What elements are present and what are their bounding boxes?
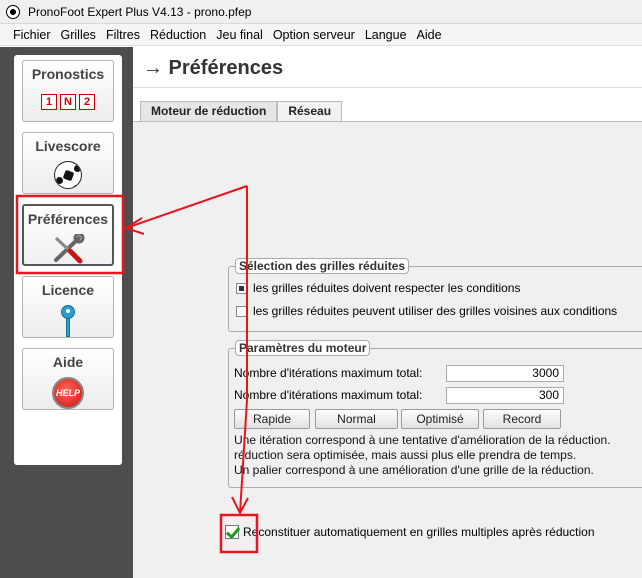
field-label: Nombre d'itérations maximum total: (234, 366, 423, 380)
iterations-row-1: Nombre d'itérations maximum total: (234, 364, 564, 382)
title-bar: PronoFoot Expert Plus V4.13 - prono.pfep (0, 0, 642, 24)
group-title: Sélection des grilles réduites (235, 258, 410, 274)
sidebar-item-pronostics[interactable]: Pronostics 1 N 2 (22, 60, 114, 122)
box-2: 2 (79, 94, 95, 110)
sidebar-item-aide[interactable]: Aide HELP (22, 348, 114, 410)
1n2-boxes-icon: 1 N 2 (41, 94, 95, 110)
auto-rebuild-label: Reconstituer automatiquement en grilles … (243, 525, 595, 539)
auto-rebuild-option[interactable]: Reconstituer automatiquement en grilles … (225, 525, 595, 539)
info-line-1: Une itération correspond à une tentative… (234, 433, 611, 447)
sidebar-frame: Pronostics 1 N 2 Livescore Préférences L… (14, 55, 122, 465)
title-divider (133, 87, 642, 88)
green-check-icon[interactable] (225, 525, 239, 539)
menu-filtres[interactable]: Filtres (101, 28, 145, 42)
optimise-button[interactable]: Optimisé (401, 409, 479, 429)
box-1: 1 (41, 94, 57, 110)
tab-reseau[interactable]: Réseau (277, 101, 343, 121)
tab-panel: Sélection des grilles réduites les grill… (133, 121, 642, 578)
menu-grilles[interactable]: Grilles (56, 28, 101, 42)
menu-aide[interactable]: Aide (412, 28, 447, 42)
info-line-3: Un palier correspond à une amélioration … (234, 463, 594, 477)
sidebar-item-label: Livescore (35, 138, 101, 154)
sidebar-item-label: Pronostics (31, 66, 105, 82)
record-button[interactable]: Record (483, 409, 561, 429)
menu-reduction[interactable]: Réduction (145, 28, 211, 42)
window-title: PronoFoot Expert Plus V4.13 - prono.pfep (28, 4, 252, 19)
iterations-total-input[interactable] (446, 364, 564, 382)
sidebar-item-preferences[interactable]: Préférences (22, 204, 114, 266)
checkbox[interactable] (236, 305, 247, 317)
menu-langue[interactable]: Langue (360, 28, 412, 42)
menu-option-serveur[interactable]: Option serveur (268, 28, 360, 42)
tab-bar: Moteur de réduction Réseau (140, 101, 343, 122)
sidebar-item-label: Préférences (27, 211, 109, 227)
engine-params-group: Paramètres du moteur Nombre d'itérations… (228, 340, 642, 488)
tools-icon (51, 232, 85, 267)
menu-jeu-final[interactable]: Jeu final (211, 28, 268, 42)
normal-button[interactable]: Normal (315, 409, 398, 429)
option-label: les grilles réduites doivent respecter l… (253, 281, 521, 295)
menu-bar: Fichier Grilles Filtres Réduction Jeu fi… (0, 24, 642, 46)
sidebar-item-livescore[interactable]: Livescore (22, 132, 114, 194)
sidebar: Pronostics 1 N 2 Livescore Préférences L… (0, 47, 133, 578)
iterations-palier-input[interactable] (446, 386, 564, 404)
page-title: → Préférences (143, 57, 284, 79)
menu-fichier[interactable]: Fichier (8, 28, 56, 42)
sidebar-item-label: Aide (52, 354, 84, 370)
info-line-2: réduction sera optimisée, mais aussi plu… (234, 448, 577, 462)
rapide-button[interactable]: Rapide (234, 409, 310, 429)
key-icon (58, 305, 78, 337)
soccer-ball-icon (54, 161, 82, 189)
box-n: N (60, 94, 76, 110)
option-respect-conditions[interactable]: les grilles réduites doivent respecter l… (236, 281, 520, 295)
selection-group: Sélection des grilles réduites les grill… (228, 258, 642, 332)
sidebar-item-licence[interactable]: Licence (22, 276, 114, 338)
main-content: → Préférences Moteur de réduction Réseau… (133, 47, 642, 578)
option-label: les grilles réduites peuvent utiliser de… (253, 304, 618, 318)
checkbox[interactable] (236, 282, 247, 294)
field-label: Nombre d'itérations maximum total: (234, 388, 423, 402)
tab-moteur-de-reduction[interactable]: Moteur de réduction (140, 101, 278, 122)
group-title: Paramètres du moteur (235, 340, 371, 356)
option-neighbor-grids[interactable]: les grilles réduites peuvent utiliser de… (236, 304, 617, 318)
soccer-ball-app-icon (6, 4, 20, 19)
sidebar-item-label: Licence (41, 282, 95, 298)
iterations-row-2: Nombre d'itérations maximum total: (234, 386, 564, 404)
help-icon: HELP (52, 377, 84, 409)
